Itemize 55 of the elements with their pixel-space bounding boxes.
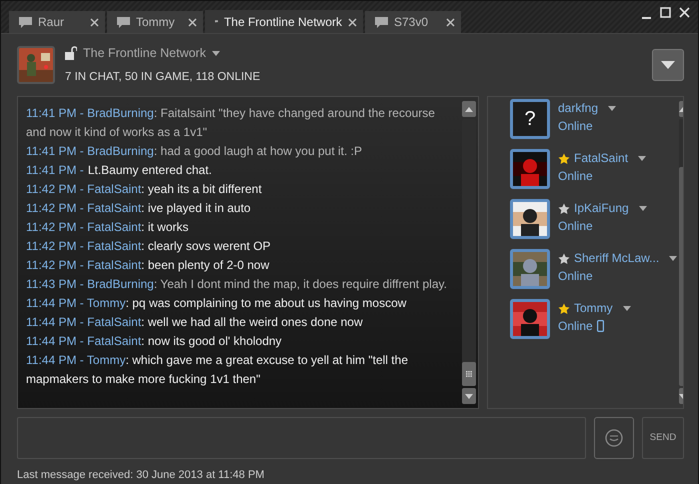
- emoticon-button[interactable]: [594, 417, 634, 459]
- chat-bubble-icon: [19, 16, 32, 28]
- send-button[interactable]: SEND: [642, 417, 684, 459]
- member-status: Online: [558, 118, 593, 135]
- caret-icon[interactable]: [608, 106, 616, 110]
- caret-icon[interactable]: [669, 256, 678, 260]
- unknown-avatar[interactable]: ?: [510, 99, 550, 139]
- chat-tab[interactable]: The Frontline Network: [205, 10, 363, 33]
- chat-message: 11:42 PM - FatalSaint: ive played it in auto: [26, 200, 252, 217]
- caret-icon[interactable]: [638, 206, 647, 210]
- maximize-icon[interactable]: [660, 7, 671, 18]
- member-name[interactable]: IpKaiFung: [574, 199, 629, 217]
- chat-message: 11:42 PM - FatalSaint: clearly sovs werent OP: [26, 238, 272, 255]
- chat-bubble-icon: [117, 16, 130, 28]
- member-name[interactable]: Tommy: [574, 299, 613, 317]
- smiley-icon: [605, 429, 623, 447]
- caret-icon[interactable]: [622, 306, 631, 310]
- member-status: Online: [558, 218, 593, 235]
- scrollbar-thumb[interactable]: [462, 362, 476, 386]
- caret-icon: [661, 61, 675, 69]
- chat-message: 11:42 PM - FatalSaint: yeah its a bit different: [26, 181, 263, 198]
- chat-message: 11:42 PM - FatalSaint: it works: [26, 219, 190, 236]
- chat-message: 11:41 PM - BradBurning: Faitalsaint "they have changed around the recourse and now it kind of works as a 1v1": [26, 105, 436, 141]
- dropdown-button[interactable]: [652, 49, 684, 81]
- chat-event: 11:41 PM - Lt.Baumy entered chat.: [26, 162, 213, 179]
- member-status: Online: [558, 318, 593, 335]
- member-status: Online: [558, 268, 593, 285]
- chat-message: 11:44 PM - Tommy: which gave me a great excuse to yell at him "tell the mapmakers to make more fucking 1v1 then": [26, 352, 409, 388]
- down-arrow-icon: [465, 394, 473, 398]
- scroll-down-button[interactable]: [462, 388, 476, 404]
- chat-message: 11:44 PM - Tommy: pq was complaining to me about us having moscow: [26, 295, 408, 312]
- scroll-up-button[interactable]: [462, 101, 476, 117]
- caret-icon[interactable]: [638, 156, 646, 160]
- status-text: Last message received: 30 June 2013 at 11:48 PM: [17, 468, 266, 483]
- caret-icon[interactable]: [212, 50, 220, 56]
- up-arrow-icon: [465, 106, 473, 112]
- member-name[interactable]: FatalSaint: [574, 149, 628, 167]
- close-icon[interactable]: [679, 7, 690, 18]
- chat-message: 11:44 PM - FatalSaint: well we had all the weird ones done now: [26, 314, 364, 331]
- group-name[interactable]: The Frontline Network: [83, 44, 206, 63]
- chat-message: 11:44 PM - FatalSaint: now its good ol' kholodny: [26, 333, 283, 350]
- member-name[interactable]: darkfng: [558, 99, 598, 117]
- chat-message: 11:41 PM - BradBurning: had a good laugh at how you put it. :P: [26, 143, 364, 160]
- chat-tab[interactable]: Tommy: [107, 11, 203, 33]
- grip-icon: [466, 371, 472, 377]
- chat-tab[interactable]: S73v0: [365, 11, 461, 33]
- chat-bubble-icon: [375, 16, 388, 28]
- chat-tab[interactable]: Raur: [9, 11, 105, 33]
- chat-message: 11:43 PM - BradBurning: Yeah I dont mind the map, it does require diffrent play.: [26, 276, 448, 293]
- message-input[interactable]: [17, 417, 586, 459]
- chat-message: 11:42 PM - FatalSaint: been plenty of 2-0 now: [26, 257, 270, 274]
- unlocked-padlock-icon: [65, 46, 77, 60]
- member-counts: 7 IN CHAT, 50 IN GAME, 118 ONLINE: [65, 70, 260, 85]
- member-status: Online: [558, 168, 593, 185]
- member-name[interactable]: Sheriff McLaw...: [574, 249, 660, 267]
